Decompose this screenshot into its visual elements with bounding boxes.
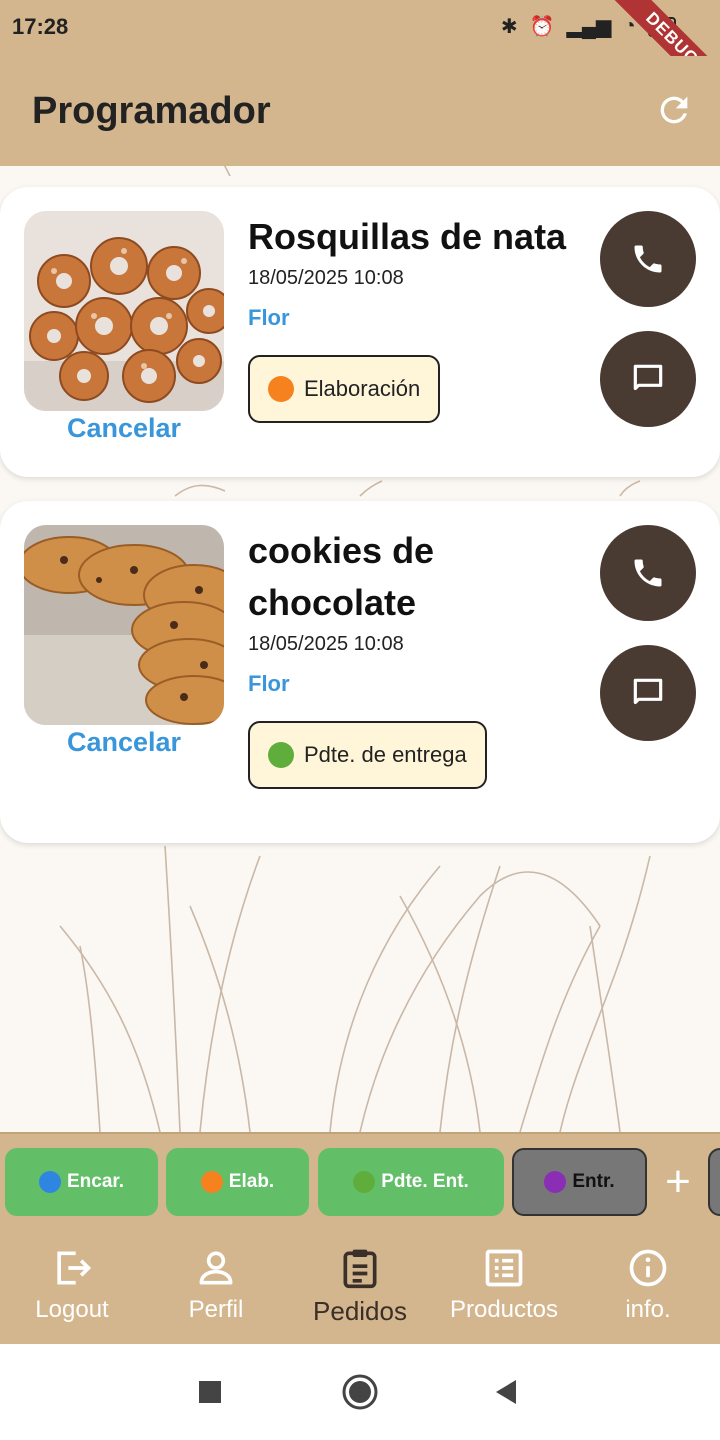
order-card[interactable]: Cancelar cookies de chocolate 18/05/2025… (0, 501, 720, 843)
message-button[interactable] (600, 645, 696, 741)
person-icon (199, 1251, 233, 1285)
call-button[interactable] (600, 525, 696, 621)
nav-label: Productos (449, 1296, 559, 1323)
blue-dot-icon (38, 1171, 61, 1193)
filter-label: Pdte. Ent. (381, 1171, 469, 1192)
client-name: Flor (248, 671, 290, 696)
order-info: cookies de chocolate 18/05/2025 10:08 Fl… (248, 525, 578, 789)
status-label: Elaboración (304, 376, 421, 401)
phone-icon (634, 245, 662, 273)
bluetooth-icon: ✱ (500, 16, 518, 38)
filter-chip-entregado[interactable]: Entr. (512, 1148, 647, 1216)
back-icon[interactable] (486, 1372, 526, 1412)
filter-chip-encargado[interactable]: Encar. (5, 1148, 158, 1216)
filter-label: Entr. (572, 1171, 615, 1192)
order-date: 18/05/2025 10:08 (248, 633, 404, 655)
clipboard-icon (343, 1249, 377, 1289)
nav-label: Pedidos (313, 1296, 407, 1326)
app-bar: Programador (0, 56, 720, 166)
orders-list[interactable]: Cancelar Rosquillas de nata 18/05/2025 1… (0, 166, 720, 1132)
status-filter-bar[interactable]: Encar. Elab. Pdte. Ent. Entr. + (0, 1132, 720, 1228)
green-dot-icon (353, 1171, 376, 1193)
product-image-rosquillas (24, 211, 224, 411)
filter-chip-elaboracion[interactable]: Elab. (166, 1148, 309, 1216)
nav-label: info. (625, 1296, 671, 1323)
status-chip[interactable]: Elaboración (248, 355, 441, 423)
chat-icon (633, 364, 663, 391)
refresh-icon[interactable] (654, 90, 694, 130)
purple-dot-icon (544, 1171, 567, 1193)
message-button[interactable] (600, 331, 696, 427)
product-name: cookies de chocolate (248, 530, 435, 623)
orange-dot-icon (200, 1171, 223, 1193)
system-navigation-bar (0, 1344, 720, 1440)
chat-icon (633, 678, 663, 705)
page-title: Programador (32, 90, 271, 132)
order-card[interactable]: Cancelar Rosquillas de nata 18/05/2025 1… (0, 187, 720, 477)
client-name: Flor (248, 305, 290, 330)
nav-logout[interactable]: Logout (0, 1246, 144, 1324)
call-button[interactable] (600, 211, 696, 307)
product-name: Rosquillas de nata (248, 216, 567, 257)
signal-icon: ▂▄▆ (566, 16, 612, 38)
list-icon (485, 1249, 523, 1287)
info-icon (629, 1249, 667, 1287)
order-date: 18/05/2025 10:08 (248, 267, 404, 289)
nav-label: Perfil (188, 1296, 244, 1323)
orange-dot-icon (268, 376, 294, 402)
nav-info[interactable]: info. (576, 1246, 720, 1324)
product-image-cookies (24, 525, 224, 725)
nav-productos[interactable]: Productos (432, 1246, 576, 1324)
status-label: Pdte. de entrega (304, 742, 467, 767)
cancel-link[interactable]: Cancelar (24, 727, 224, 758)
filter-chip-partial[interactable] (708, 1148, 720, 1216)
phone-icon (634, 559, 662, 587)
filter-label: Encar. (66, 1171, 125, 1192)
filter-chip-pendiente-entrega[interactable]: Pdte. Ent. (318, 1148, 504, 1216)
nav-pedidos[interactable]: Pedidos (288, 1246, 432, 1327)
cancel-link[interactable]: Cancelar (24, 413, 224, 444)
filter-label: Elab. (228, 1171, 275, 1192)
alarm-icon: ⏰ (529, 16, 555, 38)
nav-label: Logout (35, 1296, 109, 1323)
order-info: Rosquillas de nata 18/05/2025 10:08 Flor… (248, 211, 578, 423)
bottom-navigation: Logout Perfil Pedidos Productos info. (0, 1228, 720, 1344)
add-button[interactable]: + (656, 1152, 700, 1212)
home-icon[interactable] (340, 1372, 380, 1412)
status-bar: 17:28 ✱ ⏰ ▂▄▆ ◔ 42 DEBUG (0, 0, 720, 119)
green-dot-icon (268, 742, 294, 768)
status-time: 17:28 (12, 14, 69, 39)
nav-perfil[interactable]: Perfil (144, 1246, 288, 1324)
status-chip[interactable]: Pdte. de entrega (248, 721, 487, 789)
logout-icon (57, 1251, 92, 1285)
recents-icon[interactable] (190, 1372, 230, 1412)
